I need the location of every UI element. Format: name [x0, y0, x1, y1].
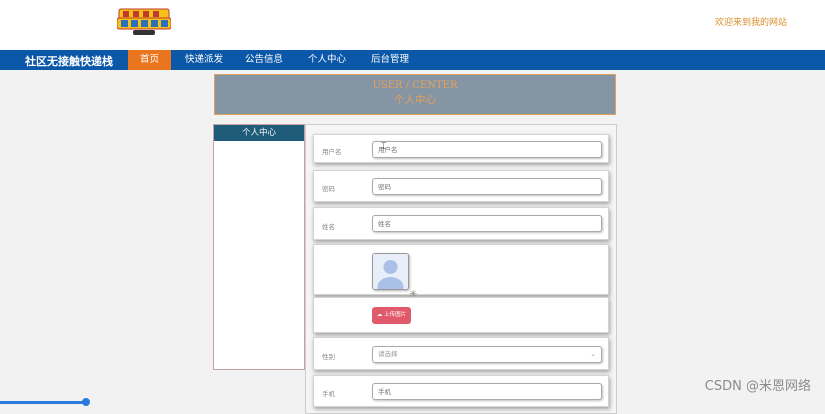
form-row-upload: ☁ 上传图片 [313, 297, 609, 333]
phone-label: 手机 [322, 390, 335, 398]
username-input[interactable] [372, 141, 602, 158]
avatar-image[interactable] [372, 253, 409, 290]
banner-title-en: USER / CENTER [372, 80, 458, 91]
nav-item-notices[interactable]: 公告信息 [238, 50, 290, 70]
gender-label: 性别 [322, 353, 335, 361]
side-menu: 个人中心 [213, 124, 305, 370]
form-row-password: 密码 [313, 170, 609, 202]
upload-button-label: 上传图片 [384, 312, 407, 318]
page-banner: USER / CENTER 个人中心 [214, 74, 616, 115]
name-label: 姓名 [322, 223, 335, 231]
username-label: 用户名 [322, 148, 342, 156]
text-cursor-icon: ⌶ [381, 142, 387, 152]
gender-select[interactable]: 请选择 ⌄ [372, 346, 602, 363]
nav-item-delivery[interactable]: 快递派发 [178, 50, 230, 70]
upload-image-button[interactable]: ☁ 上传图片 [372, 307, 411, 324]
banner-title-zh: 个人中心 [394, 94, 436, 106]
main-nav: 社区无接触快递栈 首页 快递派发 公告信息 个人中心 后台管理 [0, 50, 825, 70]
form-row-phone: 手机 [313, 375, 609, 407]
welcome-text: 欢迎来到我的网站 [714, 18, 787, 28]
nav-item-profile[interactable]: 个人中心 [301, 50, 353, 70]
form-row-username: 用户名 [313, 134, 609, 163]
name-input[interactable] [372, 215, 602, 232]
form-row-avatar [313, 244, 609, 295]
chevron-down-icon: ⌄ [590, 350, 596, 358]
top-header: 欢迎来到我的网站 [0, 0, 825, 50]
csdn-watermark: CSDN @米恩网络 [704, 379, 811, 394]
side-menu-item-profile[interactable]: 个人中心 [214, 125, 304, 141]
form-row-gender: 性别 请选择 ⌄ [313, 337, 609, 370]
loading-icon: ✳ [409, 289, 418, 300]
cloud-upload-icon: ☁ [376, 312, 383, 318]
nav-item-home[interactable]: 首页 [128, 50, 171, 70]
phone-input[interactable] [372, 383, 602, 400]
site-logo[interactable] [117, 5, 171, 37]
nav-item-admin[interactable]: 后台管理 [364, 50, 416, 70]
site-title[interactable]: 社区无接触快递栈 [25, 53, 113, 69]
password-input[interactable] [372, 178, 602, 195]
form-row-name: 姓名 [313, 207, 609, 240]
password-label: 密码 [322, 185, 335, 193]
avatar-placeholder-icon [373, 254, 408, 289]
profile-form: 用户名 密码 姓名 ☁ 上传图片 性别 请选择 ⌄ 手机 [305, 124, 617, 414]
scrollbar-handle[interactable] [82, 398, 90, 406]
gender-selected-value: 请选择 [378, 350, 398, 358]
